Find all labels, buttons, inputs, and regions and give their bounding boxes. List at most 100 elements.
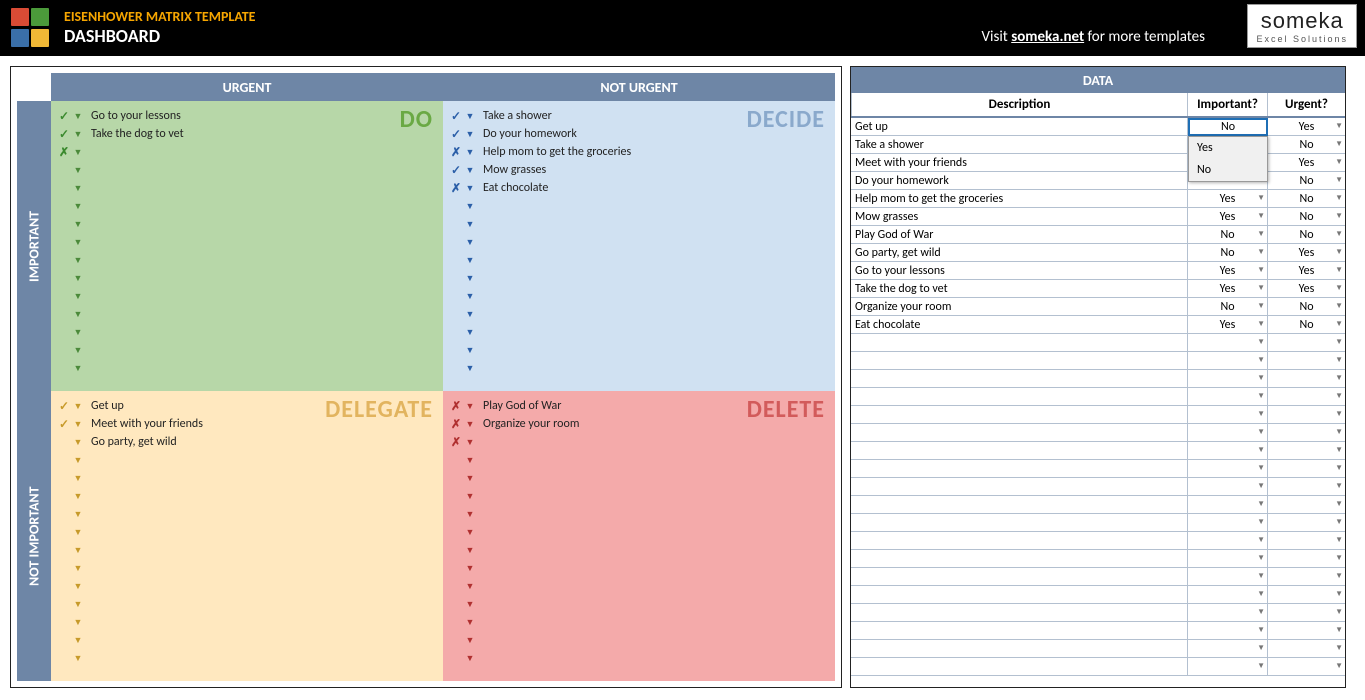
quadrant-row[interactable]: ▼ <box>449 323 829 341</box>
dropdown-arrow-icon[interactable]: ▼ <box>71 653 85 664</box>
cell-description[interactable] <box>851 604 1187 621</box>
cell-urgent[interactable]: ▼ <box>1267 532 1345 549</box>
quadrant-row[interactable]: ▼ <box>57 613 437 631</box>
cell-urgent[interactable]: ▼ <box>1267 550 1345 567</box>
dropdown-arrow-icon[interactable]: ▼ <box>463 219 477 230</box>
cell-urgent[interactable]: ▼ <box>1267 352 1345 369</box>
dropdown-arrow-icon[interactable]: ▼ <box>1257 445 1265 455</box>
cell-description[interactable]: Eat chocolate <box>851 316 1187 333</box>
cell-description[interactable]: Take the dog to vet <box>851 280 1187 297</box>
quadrant-row[interactable]: ▼ <box>57 197 437 215</box>
quadrant-row[interactable]: ▼ <box>449 451 829 469</box>
quadrant-row[interactable]: ▼ <box>449 631 829 649</box>
dropdown-arrow-icon[interactable]: ▼ <box>463 653 477 664</box>
quadrant-row[interactable]: ▼ <box>449 469 829 487</box>
dropdown-arrow-icon[interactable]: ▼ <box>71 273 85 284</box>
dropdown-arrow-icon[interactable]: ▼ <box>1335 427 1343 437</box>
quadrant-row[interactable]: ▼ <box>57 359 437 377</box>
quadrant-row[interactable]: ✗▼ <box>57 143 437 161</box>
quadrant-row[interactable]: ▼ <box>57 631 437 649</box>
dropdown-arrow-icon[interactable]: ▼ <box>1257 517 1265 527</box>
cell-important[interactable]: No▼ <box>1187 226 1267 243</box>
dropdown-arrow-icon[interactable]: ▼ <box>1257 337 1265 347</box>
quadrant-row[interactable]: ▼ <box>449 215 829 233</box>
dropdown-arrow-icon[interactable]: ▼ <box>71 255 85 266</box>
dropdown-arrow-icon[interactable]: ▼ <box>1335 229 1343 239</box>
dropdown-arrow-icon[interactable]: ▼ <box>1335 157 1343 167</box>
dropdown-arrow-icon[interactable]: ▼ <box>463 111 477 122</box>
dropdown-arrow-icon[interactable]: ▼ <box>463 255 477 266</box>
dropdown-arrow-icon[interactable]: ▼ <box>1335 661 1343 671</box>
cell-urgent[interactable]: Yes▼ <box>1267 118 1345 135</box>
quadrant-row[interactable]: ▼ <box>449 233 829 251</box>
dropdown-arrow-icon[interactable]: ▼ <box>463 401 477 412</box>
dropdown-arrow-icon[interactable]: ▼ <box>463 635 477 646</box>
cell-description[interactable]: Play God of War <box>851 226 1187 243</box>
quadrant-row[interactable]: ▼ <box>449 595 829 613</box>
quadrant-row[interactable]: ✓▼Take the dog to vet <box>57 125 437 143</box>
quadrant-row[interactable]: ▼ <box>449 523 829 541</box>
dropdown-arrow-icon[interactable]: ▼ <box>1257 319 1265 329</box>
quadrant-row[interactable]: ▼Go party, get wild <box>57 433 437 451</box>
cell-description[interactable] <box>851 424 1187 441</box>
dropdown-arrow-icon[interactable]: ▼ <box>71 527 85 538</box>
cell-urgent[interactable]: Yes▼ <box>1267 280 1345 297</box>
dropdown-arrow-icon[interactable]: ▼ <box>1335 499 1343 509</box>
dropdown-arrow-icon[interactable]: ▼ <box>1257 211 1265 221</box>
dropdown-arrow-icon[interactable]: ▼ <box>71 491 85 502</box>
cell-description[interactable]: Help mom to get the groceries <box>851 190 1187 207</box>
dropdown-arrow-icon[interactable]: ▼ <box>71 599 85 610</box>
quadrant-row[interactable]: ✗▼ <box>449 433 829 451</box>
dropdown-arrow-icon[interactable]: ▼ <box>463 563 477 574</box>
quadrant-row[interactable]: ▼ <box>57 541 437 559</box>
dropdown-arrow-icon[interactable]: ▼ <box>71 327 85 338</box>
cell-important[interactable]: ▼ <box>1187 586 1267 603</box>
dropdown-arrow-icon[interactable]: ▼ <box>1335 481 1343 491</box>
cell-urgent[interactable]: ▼ <box>1267 406 1345 423</box>
dropdown-arrow-icon[interactable]: ▼ <box>1257 625 1265 635</box>
cell-urgent[interactable]: ▼ <box>1267 514 1345 531</box>
dropdown-arrow-icon[interactable]: ▼ <box>463 491 477 502</box>
cell-urgent[interactable]: ▼ <box>1267 442 1345 459</box>
dropdown-arrow-icon[interactable]: ▼ <box>1335 607 1343 617</box>
dropdown-arrow-icon[interactable]: ▼ <box>463 581 477 592</box>
cell-urgent[interactable]: ▼ <box>1267 478 1345 495</box>
dropdown-arrow-icon[interactable]: ▼ <box>1335 175 1343 185</box>
quadrant-row[interactable]: ▼ <box>57 341 437 359</box>
cell-description[interactable]: Go party, get wild <box>851 244 1187 261</box>
quadrant-row[interactable]: ▼ <box>449 649 829 667</box>
dropdown-arrow-icon[interactable]: ▼ <box>71 473 85 484</box>
quadrant-row[interactable]: ▼ <box>57 577 437 595</box>
dropdown-arrow-icon[interactable]: ▼ <box>1335 319 1343 329</box>
cell-description[interactable] <box>851 514 1187 531</box>
cell-urgent[interactable]: ▼ <box>1267 424 1345 441</box>
dropdown-arrow-icon[interactable]: ▼ <box>71 509 85 520</box>
cell-important[interactable]: ▼ <box>1187 514 1267 531</box>
cell-description[interactable] <box>851 658 1187 675</box>
quadrant-row[interactable]: ▼ <box>449 577 829 595</box>
cell-urgent[interactable]: ▼ <box>1267 334 1345 351</box>
quadrant-row[interactable]: ✗▼Help mom to get the groceries <box>449 143 829 161</box>
dropdown-arrow-icon[interactable]: ▼ <box>463 273 477 284</box>
dropdown-arrow-icon[interactable]: ▼ <box>1257 283 1265 293</box>
dropdown-arrow-icon[interactable]: ▼ <box>1335 355 1343 365</box>
cell-urgent[interactable]: ▼ <box>1267 568 1345 585</box>
quadrant-row[interactable]: ▼ <box>57 251 437 269</box>
dropdown-arrow-icon[interactable]: ▼ <box>463 327 477 338</box>
cell-urgent[interactable]: ▼ <box>1267 388 1345 405</box>
cell-important[interactable]: ▼ <box>1187 352 1267 369</box>
quadrant-row[interactable]: ▼ <box>449 613 829 631</box>
quadrant-row[interactable]: ▼ <box>449 305 829 323</box>
dropdown-arrow-icon[interactable]: ▼ <box>71 563 85 574</box>
quadrant-row[interactable]: ✗▼Eat chocolate <box>449 179 829 197</box>
cell-important[interactable]: Yes▼ <box>1187 262 1267 279</box>
cell-important[interactable]: ▼ <box>1187 532 1267 549</box>
dropdown-arrow-icon[interactable]: ▼ <box>1335 553 1343 563</box>
cell-urgent[interactable]: ▼ <box>1267 496 1345 513</box>
dropdown-menu[interactable]: YesNo <box>1188 136 1268 182</box>
quadrant-row[interactable]: ▼ <box>449 505 829 523</box>
dropdown-arrow-icon[interactable]: ▼ <box>1335 211 1343 221</box>
dropdown-arrow-icon[interactable]: ▼ <box>1335 535 1343 545</box>
quadrant-row[interactable]: ▼ <box>57 523 437 541</box>
quadrant-row[interactable]: ✓▼Go to your lessons <box>57 107 437 125</box>
